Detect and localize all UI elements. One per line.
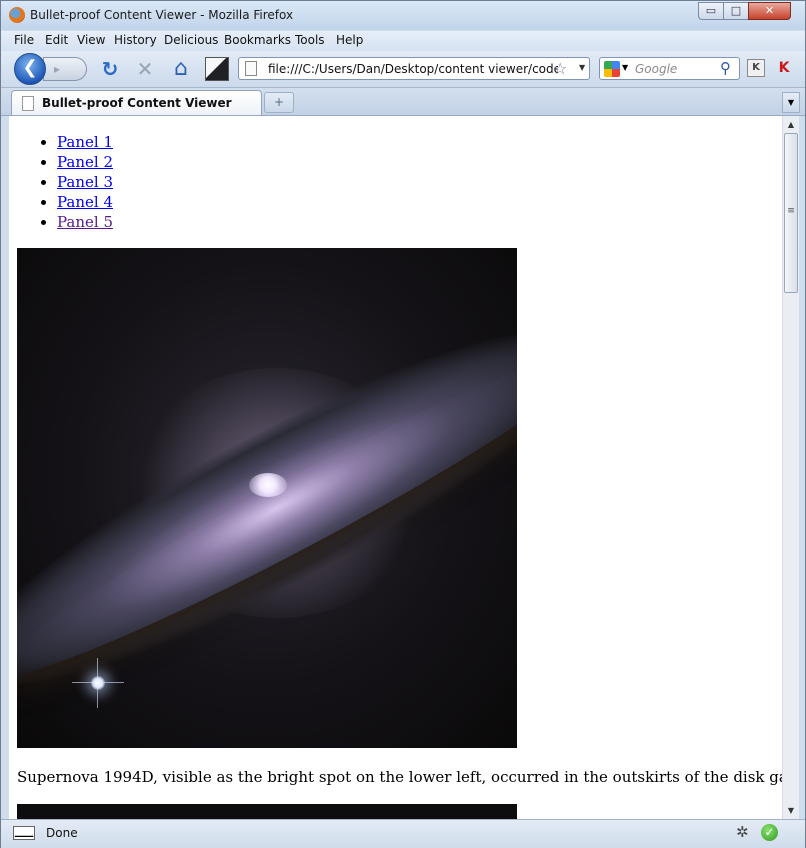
menu-tools[interactable]: Tools: [295, 33, 325, 47]
vertical-scrollbar[interactable]: ▲ ≡ ▼: [782, 116, 799, 819]
scroll-down-icon[interactable]: ▼: [784, 803, 798, 818]
menu-bar: File Edit View History Delicious Bookmar…: [1, 31, 805, 51]
check-icon[interactable]: ✓: [761, 824, 778, 841]
panel-link-4[interactable]: Panel 4: [57, 193, 113, 211]
stop-icon[interactable]: ✕: [133, 57, 157, 81]
supernova-spot: [91, 676, 105, 690]
close-button[interactable]: ✕: [748, 2, 791, 20]
extension-red-k-icon[interactable]: K: [775, 59, 793, 77]
scroll-up-icon[interactable]: ▲: [784, 117, 798, 132]
page-content: Panel 1 Panel 2 Panel 3 Panel 4 Panel 5 …: [9, 116, 782, 819]
url-bar[interactable]: file:///C:/Users/Dan/Desktop/content vie…: [238, 57, 590, 80]
home-icon[interactable]: ⌂: [169, 57, 193, 81]
url-text[interactable]: file:///C:/Users/Dan/Desktop/content vie…: [268, 62, 558, 76]
url-dropdown-icon[interactable]: ▼: [579, 63, 585, 72]
panel-link-list: Panel 1 Panel 2 Panel 3 Panel 4 Panel 5: [9, 132, 113, 232]
list-item: Panel 5: [57, 212, 113, 232]
tab-label: Bullet-proof Content Viewer: [42, 96, 232, 110]
list-item: Panel 2: [57, 152, 113, 172]
back-button[interactable]: ❮: [14, 53, 46, 85]
menu-help[interactable]: Help: [336, 33, 363, 47]
search-input[interactable]: Google: [635, 62, 677, 76]
panel-link-2[interactable]: Panel 2: [57, 153, 113, 171]
bookmark-star-icon[interactable]: ☆: [553, 59, 567, 78]
status-panel-icon[interactable]: ▁▁▁: [13, 826, 35, 840]
firebug-icon[interactable]: ✲: [736, 823, 749, 841]
search-engine-dropdown-icon[interactable]: ▼: [622, 63, 628, 72]
list-item: Panel 4: [57, 192, 113, 212]
status-bar: ▁▁▁ Done ✲ ✓: [1, 819, 805, 848]
list-item: Panel 3: [57, 172, 113, 192]
menu-edit[interactable]: Edit: [45, 33, 68, 47]
firefox-logo-icon: [9, 7, 25, 23]
minimize-button[interactable]: ▭: [698, 2, 724, 20]
panel-link-1[interactable]: Panel 1: [57, 133, 113, 151]
forward-button[interactable]: ▸: [43, 57, 87, 81]
thumbnail-toolbar-icon[interactable]: [205, 57, 229, 81]
menu-history[interactable]: History: [114, 33, 157, 47]
page-icon: [245, 61, 257, 76]
menu-delicious[interactable]: Delicious: [164, 33, 218, 47]
search-icon[interactable]: ⚲: [720, 59, 731, 77]
galaxy-image: [17, 248, 517, 748]
panel-link-3[interactable]: Panel 3: [57, 173, 113, 191]
window-title: Bullet-proof Content Viewer - Mozilla Fi…: [30, 8, 294, 22]
tab-content-viewer[interactable]: Bullet-proof Content Viewer: [11, 90, 262, 115]
tab-list-button[interactable]: ▼: [782, 92, 800, 113]
menu-view[interactable]: View: [77, 33, 105, 47]
reload-icon[interactable]: ↻: [98, 57, 122, 81]
search-box[interactable]: ▼ Google ⚲: [599, 57, 740, 80]
google-logo-icon[interactable]: [604, 61, 620, 77]
list-item: Panel 1: [57, 132, 113, 152]
menu-file[interactable]: File: [14, 33, 34, 47]
menu-bookmarks[interactable]: Bookmarks: [224, 33, 291, 47]
page-icon: [22, 96, 34, 111]
panel-link-5[interactable]: Panel 5: [57, 213, 113, 231]
maximize-button[interactable]: □: [723, 2, 749, 20]
second-image: [17, 804, 517, 819]
status-text: Done: [46, 826, 78, 840]
scroll-thumb[interactable]: ≡: [784, 133, 798, 293]
title-bar: Bullet-proof Content Viewer - Mozilla Fi…: [1, 1, 805, 30]
image-caption: Supernova 1994D, visible as the bright s…: [17, 768, 782, 786]
extension-k-icon[interactable]: K: [747, 59, 765, 77]
browser-window: Bullet-proof Content Viewer - Mozilla Fi…: [0, 0, 806, 848]
new-tab-button[interactable]: +: [264, 92, 294, 113]
